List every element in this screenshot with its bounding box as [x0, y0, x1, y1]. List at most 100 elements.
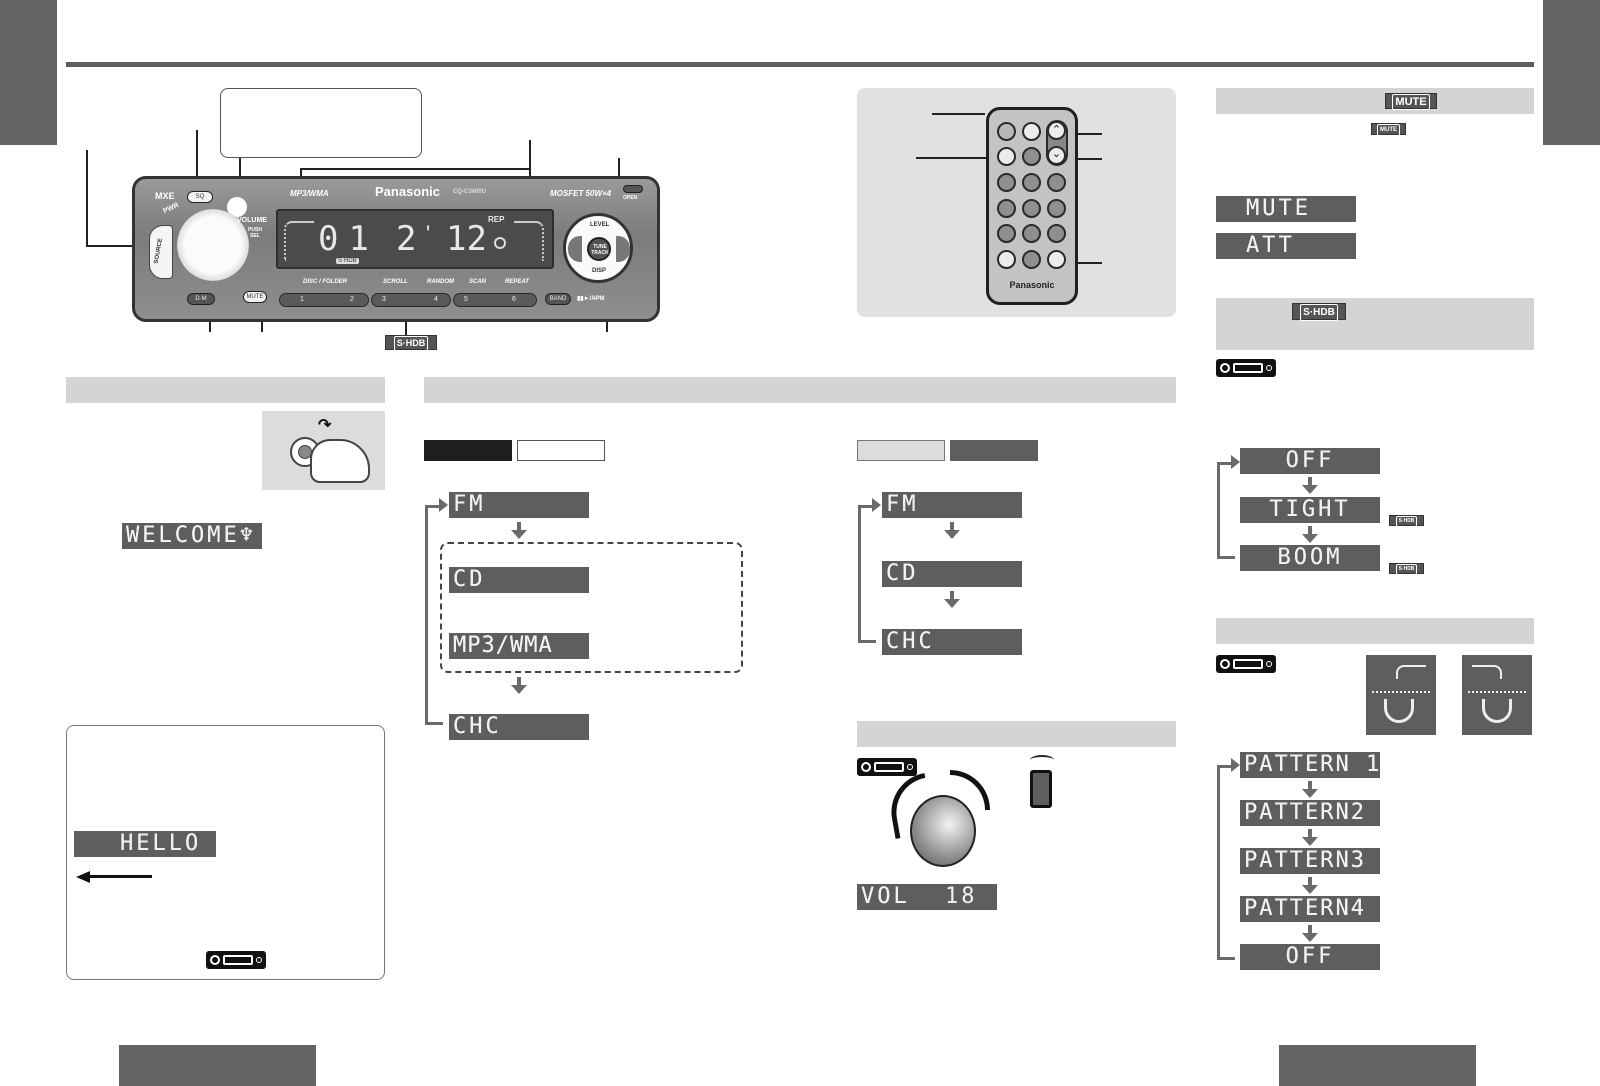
volume-down-button[interactable]: ⌄ [1047, 146, 1066, 165]
shdb-mini-badge: S·HDB [1389, 563, 1424, 575]
preset-label: SCROLL [383, 279, 408, 285]
legend-swatch-light [857, 440, 945, 461]
lcd-pattern-3: PATTERN3 [1240, 848, 1380, 874]
mute-button[interactable]: MUTE [243, 291, 267, 303]
head-unit-icon [1216, 655, 1276, 673]
level-label: LEVEL [590, 222, 610, 228]
remote-button[interactable] [997, 199, 1016, 218]
preset-number: 3 [382, 296, 386, 303]
legend-swatch-gray [950, 440, 1038, 461]
arrow-down-icon [511, 522, 527, 539]
lcd-shdb-boom: BOOM [1240, 545, 1380, 571]
head-unit-display: 01 2 ' 12 REP S·HDB [276, 209, 554, 269]
lcd-source-fm-remote: FM [882, 492, 1022, 518]
leader-line [300, 168, 529, 170]
remote-button[interactable] [997, 224, 1016, 243]
rotate-cw-arrow-icon [950, 770, 990, 810]
legend-swatch-white [517, 440, 605, 461]
pattern-section-header [1216, 618, 1534, 644]
seek-left-button[interactable] [568, 236, 582, 262]
remote-button[interactable] [1047, 199, 1066, 218]
dm-button[interactable]: D·M [187, 293, 215, 305]
callout-box [220, 88, 422, 158]
shdb-mini-badge: S·HDB [1389, 515, 1424, 527]
head-unit-illustration: MXE SQ MP3/WMA Panasonic CQ-C3400U MOSFE… [132, 176, 660, 322]
source-label: SOURCE [153, 237, 165, 265]
lcd-shdb-off: OFF [1240, 448, 1380, 474]
footer-tab-left [119, 1045, 316, 1086]
shdb-section-header [1216, 298, 1534, 350]
remote-button[interactable] [1022, 122, 1041, 141]
volume-label: VOLUME [237, 217, 267, 224]
seek-right-button[interactable] [616, 236, 630, 262]
display-track: 12 [446, 219, 487, 259]
shdb-header-badge: S·HDB [1292, 303, 1346, 321]
header-rule [66, 62, 1534, 67]
remote-button[interactable] [997, 250, 1016, 269]
sq-button[interactable]: SQ [187, 191, 213, 203]
power-label: MOSFET 50W×4 [550, 189, 612, 198]
lcd-att: ATT [1216, 233, 1356, 259]
remote-button[interactable] [1047, 224, 1066, 243]
lcd-source-chc: CHC [449, 714, 589, 740]
lcd-pattern-4: PATTERN4 [1240, 896, 1380, 922]
arrow-down-icon [1302, 526, 1318, 543]
arrow-down-icon [1302, 877, 1318, 894]
lcd-source-chc-remote: CHC [882, 629, 1022, 655]
lcd-pattern-off: OFF [1240, 944, 1380, 970]
lcd-pattern-2: PATTERN2 [1240, 800, 1380, 826]
open-label: OPEN [623, 195, 638, 201]
cycle-loop-line [858, 505, 876, 643]
pwr-label: PWR [162, 201, 181, 216]
leader-line [932, 113, 985, 115]
remote-button[interactable] [1022, 147, 1041, 166]
lcd-source-fm: FM [449, 492, 589, 518]
remote-button[interactable] [997, 173, 1016, 192]
remote-button[interactable] [1022, 224, 1041, 243]
play-apm-label: ▮▮►/APM [577, 296, 605, 302]
cycle-arrow-icon [1231, 758, 1240, 772]
mxe-logo: MXE [155, 191, 175, 201]
format-label: MP3/WMA [290, 189, 329, 198]
preset-3-4-button[interactable]: 34 [371, 293, 451, 307]
arrow-down-icon [1302, 925, 1318, 942]
push-sel-label: PUSH SEL [248, 227, 262, 239]
lcd-pattern-1: PATTERN 1 [1240, 752, 1380, 778]
remote-button[interactable] [1047, 250, 1066, 269]
lcd-source-cd-remote: CD [882, 561, 1022, 587]
lcd-source-cd: CD [449, 567, 589, 593]
leader-line [86, 150, 88, 246]
tune-track-button[interactable]: TUNE TRACK [587, 237, 611, 261]
source-button[interactable]: SOURCE [149, 225, 173, 279]
volume-up-button[interactable]: ⌃ [1047, 121, 1066, 140]
remote-button[interactable] [1047, 173, 1066, 192]
preset-5-6-button[interactable]: 56 [453, 293, 537, 307]
navigation-pad[interactable]: LEVEL TUNE TRACK DISP [563, 213, 633, 283]
remote-button[interactable] [1022, 199, 1041, 218]
remote-button[interactable] [1022, 173, 1041, 192]
rep-indicator: REP [488, 215, 505, 224]
preset-number: 4 [434, 296, 438, 303]
preset-number: 1 [300, 296, 304, 303]
head-unit-icon [857, 758, 917, 776]
open-button[interactable] [623, 185, 643, 193]
brand-label: Panasonic [375, 184, 441, 199]
disp-label: DISP [592, 268, 607, 274]
display-sep: ' [426, 221, 431, 246]
preset-1-2-button[interactable]: 12 [279, 293, 369, 307]
cycle-arrow-icon [439, 498, 448, 512]
display-disc: 01 [318, 219, 379, 259]
band-button[interactable]: BAND [545, 293, 571, 305]
preset-label: DISC / FOLDER [303, 279, 348, 285]
remote-button[interactable] [1022, 250, 1041, 269]
display-folder: 2 [396, 219, 417, 259]
lcd-welcome: WELCOME♆ [122, 523, 262, 549]
lcd-mute: MUTE [1216, 196, 1356, 222]
arrow-down-icon [944, 591, 960, 608]
lcd-volume-value: 18 [945, 884, 978, 909]
remote-button[interactable] [997, 147, 1016, 166]
power-section-header [66, 377, 385, 403]
shdb-callout-badge: S·HDB [385, 335, 437, 351]
remote-button[interactable] [997, 122, 1016, 141]
mute-header-badge: MUTE [1385, 93, 1437, 110]
